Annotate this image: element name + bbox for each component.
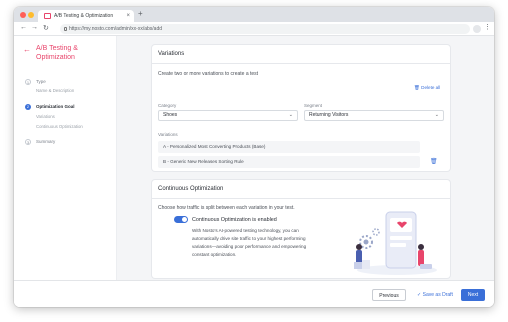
step-1-badge: 1: [25, 79, 31, 85]
step-2-sub-continuous[interactable]: Continuous Optimization: [36, 124, 83, 129]
step-1-sub-name[interactable]: Name & Description: [36, 88, 74, 93]
back-icon[interactable]: ←: [20, 24, 27, 31]
menu-kebab-icon[interactable]: ⋮: [484, 23, 491, 31]
tab-title: A/B Testing & Optimization: [54, 13, 114, 19]
app-area: ← A/B Testing & Optimization 1 Type Name…: [14, 36, 494, 307]
minimize-window-dot[interactable]: [28, 12, 34, 18]
next-button[interactable]: Next: [461, 289, 485, 301]
forward-icon[interactable]: →: [31, 24, 38, 31]
delete-variation-icon[interactable]: 🗑︎: [430, 158, 438, 165]
lock-icon: [64, 27, 67, 31]
save-draft-button[interactable]: ✓ Save as Draft: [412, 289, 458, 301]
description-line-3: variations—avoiding poor performance and…: [192, 244, 307, 249]
browser-tab[interactable]: A/B Testing & Optimization ×: [38, 10, 134, 22]
sidebar-title: A/B Testing & Optimization: [36, 45, 78, 61]
close-window-dot[interactable]: [20, 12, 26, 18]
description-line-2: automatically drive site traffic to your…: [192, 236, 306, 241]
description-line-1: With Nosto's AI-powered testing technolo…: [192, 228, 299, 233]
step-2-sub-variations[interactable]: Variations: [36, 114, 55, 119]
browser-tab-bar: A/B Testing & Optimization × +: [14, 7, 494, 22]
segment-select[interactable]: Returning Visitors ⌄: [304, 110, 444, 121]
divider: [152, 63, 450, 64]
step-2-badge: 2: [25, 104, 31, 110]
toggle-knob: [182, 217, 187, 222]
segment-value: Returning Visitors: [309, 112, 349, 118]
variations-card: Variations Create two or more variations…: [152, 45, 450, 171]
continuous-card: Continuous Optimization Choose how traff…: [152, 180, 450, 278]
new-tab-icon[interactable]: +: [138, 9, 143, 18]
continuous-subtitle: Choose how traffic is split between each…: [158, 205, 295, 211]
back-arrow-icon[interactable]: ←: [23, 45, 31, 54]
variations-list-label: Variations: [158, 132, 178, 137]
step-2-label[interactable]: Optimization Goal: [36, 104, 75, 109]
step-1-label[interactable]: Type: [36, 79, 46, 84]
category-label: Category: [158, 103, 177, 108]
description-line-4: constant optimization.: [192, 252, 237, 257]
previous-button[interactable]: Previous: [372, 289, 406, 301]
address-bar-row: ← → ↻ https://my.nosto.com/admin/xx-xx/a…: [14, 22, 494, 36]
trash-icon: 🗑︎: [414, 85, 420, 90]
variations-title: Variations: [158, 51, 185, 57]
browser-window: A/B Testing & Optimization × + ← → ↻ htt…: [14, 7, 494, 307]
delete-all-label: Delete all: [421, 85, 441, 90]
check-icon: ✓: [417, 292, 422, 298]
reload-icon[interactable]: ↻: [43, 24, 49, 32]
variations-subtitle: Create two or more variations to create …: [158, 71, 259, 77]
step-3-badge: 3: [25, 139, 31, 145]
save-draft-label: Save as Draft: [422, 292, 453, 298]
segment-label: Segment: [304, 103, 323, 108]
tab-close-icon[interactable]: ×: [126, 10, 130, 22]
profile-icon[interactable]: [473, 25, 481, 33]
variation-row-a[interactable]: A - Personalized Most Converting Product…: [158, 141, 420, 153]
variation-row-b[interactable]: B - Generic New Releases Sorting Rule: [158, 156, 420, 168]
continuous-toggle[interactable]: [174, 216, 188, 223]
sidebar: ← A/B Testing & Optimization 1 Type Name…: [14, 36, 117, 307]
delete-all-link[interactable]: 🗑︎ Delete all: [414, 85, 440, 91]
chevron-down-icon: ⌄: [434, 112, 439, 118]
url-text: https://my.nosto.com/admin/xx-xx/abs/add: [69, 26, 163, 32]
toggle-label: Continuous Optimization is enabled: [192, 217, 277, 223]
category-value: Shoes: [163, 112, 178, 118]
chevron-down-icon: ⌄: [288, 112, 293, 118]
ai-illustration: [354, 211, 437, 275]
tab-favicon-icon: [44, 13, 51, 19]
category-select[interactable]: Shoes ⌄: [158, 110, 298, 121]
continuous-title: Continuous Optimization: [158, 186, 224, 192]
step-3-label[interactable]: Summary: [36, 139, 55, 144]
divider: [152, 198, 450, 199]
url-field[interactable]: https://my.nosto.com/admin/xx-xx/abs/add: [60, 24, 470, 34]
footer-bar: Previous ✓ Save as Draft Next: [14, 280, 494, 307]
